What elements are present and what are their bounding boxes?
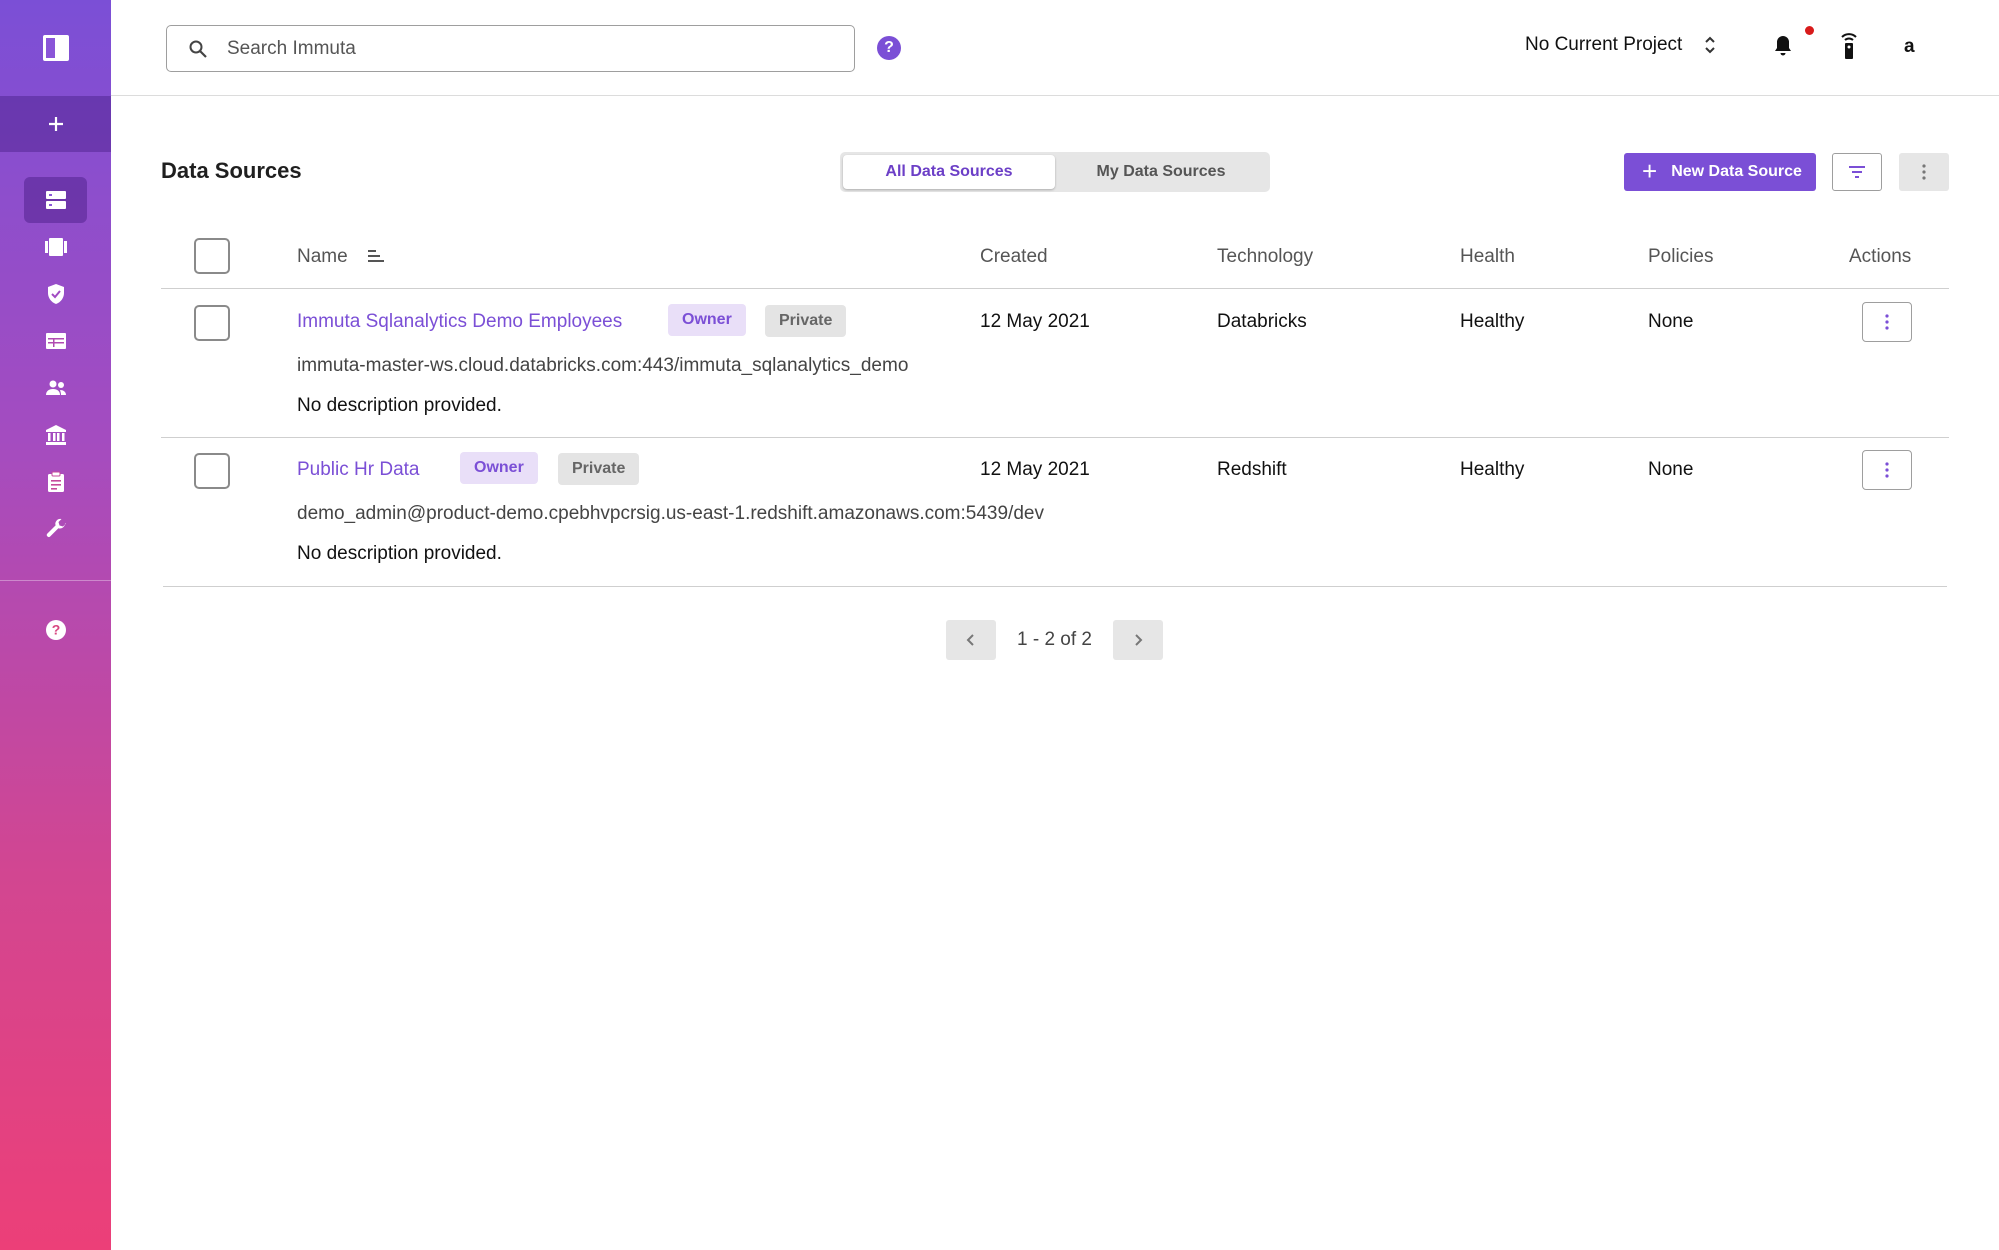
connection-string: demo_admin@product-demo.cpebhvpcrsig.us-…	[297, 503, 1044, 524]
chevron-left-icon	[966, 634, 974, 646]
description: No description provided.	[297, 543, 502, 564]
sidebar-divider	[0, 580, 111, 581]
wrench-icon	[46, 518, 66, 537]
row-actions-button[interactable]	[1862, 450, 1912, 490]
sidebar-item-governance[interactable]	[24, 412, 87, 458]
next-page-button[interactable]	[1113, 620, 1163, 660]
new-data-source-label: New Data Source	[1671, 163, 1802, 180]
chevron-right-icon	[1135, 634, 1143, 646]
unfold-icon	[1705, 36, 1716, 54]
column-header-name[interactable]: Name	[297, 246, 348, 268]
bell-icon[interactable]	[1773, 34, 1793, 58]
select-all-checkbox[interactable]	[194, 238, 230, 274]
private-tag: Private	[558, 453, 640, 485]
sidebar-item-policies[interactable]	[24, 271, 87, 317]
sidebar-item-query-editor[interactable]	[24, 318, 87, 364]
more-vertical-icon	[1885, 314, 1889, 330]
avatar[interactable]: a	[1904, 36, 1915, 58]
search-input[interactable]	[227, 37, 787, 60]
help-icon[interactable]: ?	[877, 36, 901, 60]
add-icon[interactable]	[0, 96, 111, 152]
row-actions-button[interactable]	[1862, 302, 1912, 342]
sidebar-item-people[interactable]	[24, 365, 87, 411]
pagination-text: 1 - 2 of 2	[1017, 629, 1092, 650]
connection-string: immuta-master-ws.cloud.databricks.com:44…	[297, 355, 909, 376]
sidebar-item-audit[interactable]	[24, 459, 87, 505]
description: No description provided.	[297, 395, 502, 416]
table-divider	[161, 437, 1949, 438]
column-header-technology: Technology	[1217, 246, 1314, 267]
data-source-name-link[interactable]: Immuta Sqlanalytics Demo Employees	[297, 311, 622, 333]
view-toggle: All Data Sources My Data Sources	[840, 152, 1270, 192]
previous-page-button[interactable]	[946, 620, 996, 660]
created-date: 12 May 2021	[980, 311, 1090, 332]
health-value: Healthy	[1460, 459, 1525, 480]
help-icon: ?	[45, 620, 66, 640]
more-vertical-icon	[1885, 462, 1889, 478]
shield-icon	[47, 284, 64, 304]
people-icon	[45, 380, 66, 395]
project-label: No Current Project	[1525, 34, 1683, 55]
table-divider	[161, 288, 1949, 289]
row-checkbox[interactable]	[194, 305, 230, 341]
more-options-button[interactable]	[1899, 153, 1949, 191]
column-header-health: Health	[1460, 246, 1515, 267]
private-tag: Private	[765, 305, 847, 337]
database-icon	[45, 191, 66, 209]
table-divider	[163, 586, 1947, 587]
app-root: ? ? No Current Project a Data Sources Al…	[0, 0, 1999, 1250]
owner-tag: Owner	[668, 304, 746, 336]
column-header-created: Created	[980, 246, 1048, 267]
search-icon	[189, 40, 207, 58]
projects-icon	[44, 238, 67, 256]
sidebar-item-projects[interactable]	[24, 224, 87, 270]
created-date: 12 May 2021	[980, 459, 1090, 480]
notification-dot	[1805, 26, 1814, 35]
clipboard-icon	[47, 471, 64, 492]
more-vertical-icon	[1922, 164, 1926, 180]
top-bar: ? No Current Project a	[111, 0, 1999, 96]
project-selector[interactable]: No Current Project	[1525, 34, 1716, 56]
health-value: Healthy	[1460, 311, 1525, 332]
sidebar-item-help[interactable]: ?	[24, 607, 87, 653]
plus-icon: +	[1642, 155, 1658, 186]
row-checkbox[interactable]	[194, 453, 230, 489]
search-box[interactable]	[166, 25, 855, 72]
policies-value: None	[1648, 311, 1694, 332]
sidebar: ?	[0, 0, 111, 1250]
page-title: Data Sources	[161, 158, 302, 183]
column-header-policies: Policies	[1648, 246, 1714, 267]
svg-text:?: ?	[51, 622, 60, 638]
sort-icon[interactable]	[366, 248, 386, 264]
technology-value: Redshift	[1217, 459, 1287, 480]
technology-value: Databricks	[1217, 311, 1307, 332]
table-icon	[45, 333, 66, 349]
owner-tag: Owner	[460, 452, 538, 484]
bank-icon	[45, 425, 66, 445]
tab-my-data-sources[interactable]: My Data Sources	[1055, 155, 1267, 189]
tab-all-data-sources[interactable]: All Data Sources	[843, 155, 1055, 189]
column-header-actions: Actions	[1849, 246, 1912, 267]
new-data-source-button[interactable]: + New Data Source	[1624, 153, 1816, 191]
remote-icon[interactable]	[1839, 32, 1859, 60]
sidebar-item-data-sources[interactable]	[24, 177, 87, 223]
filter-button[interactable]	[1832, 153, 1882, 191]
immuta-logo[interactable]	[0, 0, 111, 96]
policies-value: None	[1648, 459, 1694, 480]
sidebar-item-app-settings[interactable]	[24, 506, 87, 552]
filter-icon	[1849, 166, 1865, 178]
data-source-name-link[interactable]: Public Hr Data	[297, 459, 420, 481]
